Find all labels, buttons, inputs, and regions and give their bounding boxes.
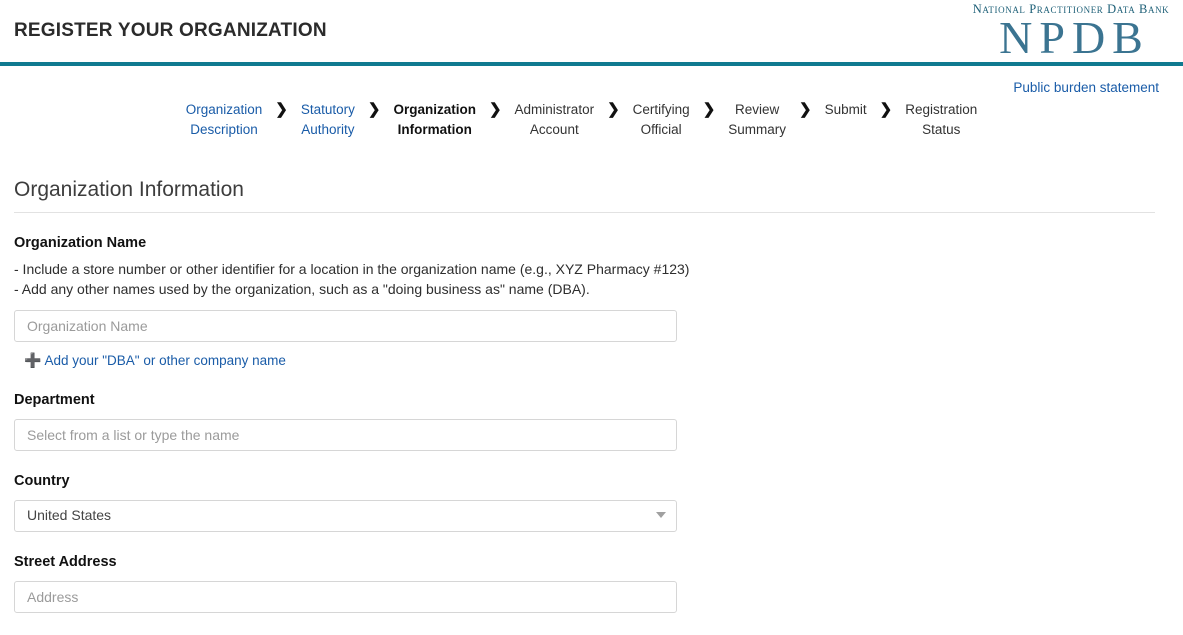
page-header-title: REGISTER YOUR ORGANIZATION	[14, 20, 327, 41]
add-dba-name-link[interactable]: ➕ Add your "DBA" or other company name	[24, 352, 286, 369]
page-header: REGISTER YOUR ORGANIZATION National Prac…	[0, 0, 1183, 66]
breadcrumb-step-7: Submit	[824, 102, 867, 117]
step-separator-chevron-icon: ❯	[799, 101, 812, 118]
step-separator-chevron-icon: ❯	[607, 101, 620, 118]
breadcrumb-step-4: Administrator Account	[514, 102, 595, 137]
step-separator-chevron-icon: ❯	[702, 101, 716, 118]
department-label: Department	[14, 392, 95, 408]
street-address-input[interactable]	[14, 581, 677, 613]
add-dba-name-label: Add your "DBA" or other company name	[44, 353, 286, 368]
country-select-wrapper: United States	[14, 500, 677, 532]
country-select[interactable]: United States	[14, 500, 677, 532]
npdb-logo: National Practitioner Data Bank NPDB	[971, 0, 1171, 63]
step-separator-chevron-icon: ❯	[275, 101, 288, 118]
npdb-logo-mark: NPDB	[999, 12, 1150, 63]
step-separator-chevron-icon: ❯	[367, 101, 381, 118]
organization-name-label: Organization Name	[14, 235, 147, 251]
breadcrumb-step-3: Organization Information	[393, 102, 476, 137]
public-burden-row: Public burden statement	[0, 66, 1183, 96]
registration-step-breadcrumb: Organization Description ❯ Statutory Autho…	[0, 96, 1183, 140]
organization-name-help: - Include a store number or other identi…	[14, 259, 1169, 299]
breadcrumb-step-5: Certifying Official	[632, 102, 690, 137]
department-input[interactable]	[14, 419, 677, 451]
organization-name-help-line-2: - Add any other names used by the organi…	[14, 281, 590, 297]
plus-icon: ➕	[24, 352, 42, 368]
main-content: Organization Information Organization Na…	[0, 178, 1183, 613]
step-separator-chevron-icon: ❯	[488, 101, 502, 118]
public-burden-statement-link[interactable]: Public burden statement	[1013, 80, 1159, 95]
breadcrumb-step-2[interactable]: Statutory Authority	[299, 100, 357, 140]
breadcrumb-step-8: Registration Status	[905, 102, 978, 137]
organization-name-help-line-1: - Include a store number or other identi…	[14, 261, 690, 277]
organization-name-input[interactable]	[14, 310, 677, 342]
country-label: Country	[14, 473, 70, 489]
breadcrumb-step-1[interactable]: Organization Description	[184, 100, 265, 140]
breadcrumb-step-6: Review Summary	[728, 102, 787, 137]
step-separator-chevron-icon: ❯	[879, 101, 893, 118]
page-title-divider	[14, 212, 1155, 213]
street-address-label: Street Address	[14, 554, 117, 570]
page-title: Organization Information	[14, 178, 244, 201]
